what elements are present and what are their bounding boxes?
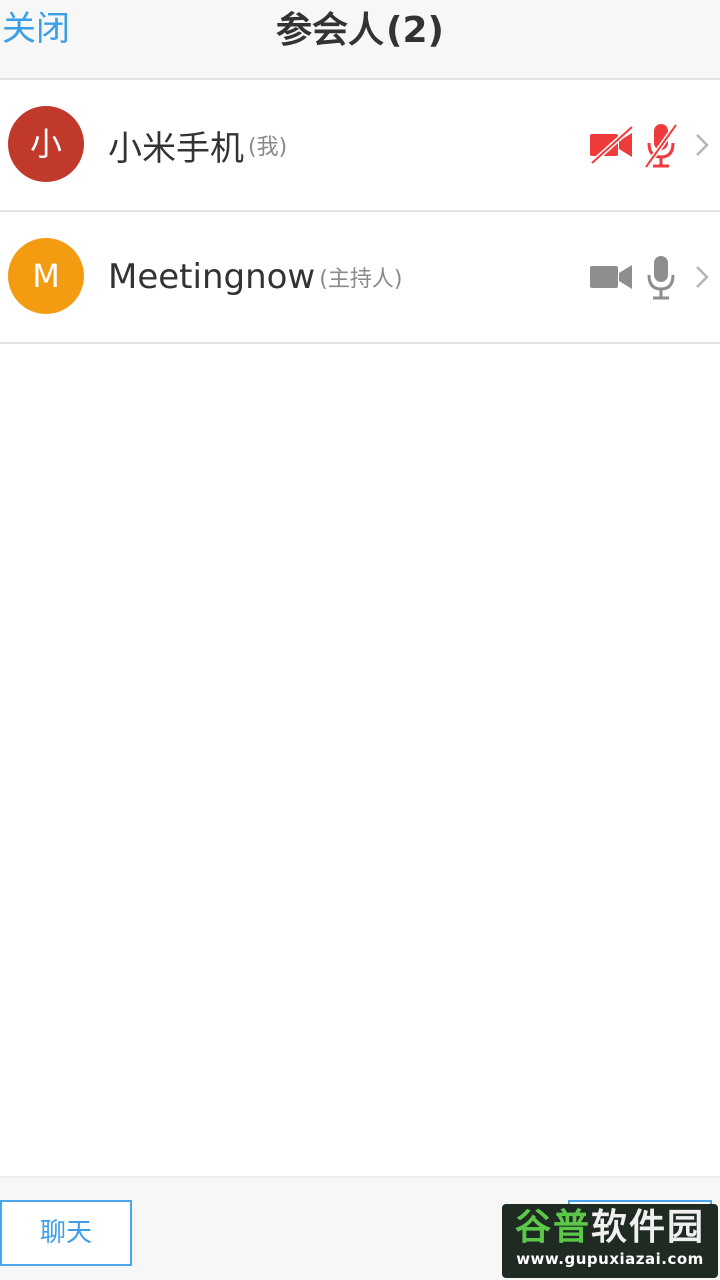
avatar: M bbox=[8, 238, 84, 314]
page-title: 参会人(2) bbox=[0, 6, 720, 56]
watermark-logo: 谷普软件园 www.gupuxiazai.com bbox=[502, 1204, 718, 1278]
chevron-right-icon bbox=[696, 134, 709, 156]
participant-role: (主持人) bbox=[319, 267, 403, 292]
avatar: 小 bbox=[8, 106, 84, 182]
header-bar: 关闭 参会人(2) bbox=[0, 0, 720, 80]
participant-name-group: 小米手机 (我) bbox=[108, 80, 287, 210]
participant-status-icons bbox=[588, 212, 710, 342]
mic-off-icon[interactable] bbox=[644, 121, 678, 169]
chevron-right-icon bbox=[696, 266, 709, 288]
participant-role: (我) bbox=[248, 135, 288, 160]
participant-name-group: Meetingnow (主持人) bbox=[108, 212, 402, 342]
camera-off-icon[interactable] bbox=[588, 125, 636, 165]
mic-icon[interactable] bbox=[644, 253, 678, 301]
participant-name: 小米手机 bbox=[108, 128, 244, 169]
participant-row[interactable]: 小 小米手机 (我) bbox=[0, 80, 720, 212]
participants-screen: 关闭 参会人(2) 小 小米手机 (我) M Meetingnow (主持人) … bbox=[0, 0, 720, 1280]
participant-name: Meetingnow bbox=[108, 257, 316, 297]
camera-icon[interactable] bbox=[588, 257, 636, 297]
participant-count: (2) bbox=[386, 10, 444, 51]
watermark-url: www.gupuxiazai.com bbox=[516, 1250, 704, 1268]
participant-list: 小 小米手机 (我) M Meetingnow (主持人) bbox=[0, 80, 720, 344]
chat-button[interactable]: 聊天 bbox=[0, 1200, 132, 1266]
watermark-brand: 谷普软件园 bbox=[502, 1206, 718, 1250]
participant-status-icons bbox=[588, 80, 710, 210]
watermark-brand-b: 软件园 bbox=[591, 1207, 706, 1248]
watermark-brand-a: 谷普 bbox=[514, 1207, 591, 1248]
page-title-text: 参会人 bbox=[276, 10, 385, 51]
participant-row[interactable]: M Meetingnow (主持人) bbox=[0, 212, 720, 344]
